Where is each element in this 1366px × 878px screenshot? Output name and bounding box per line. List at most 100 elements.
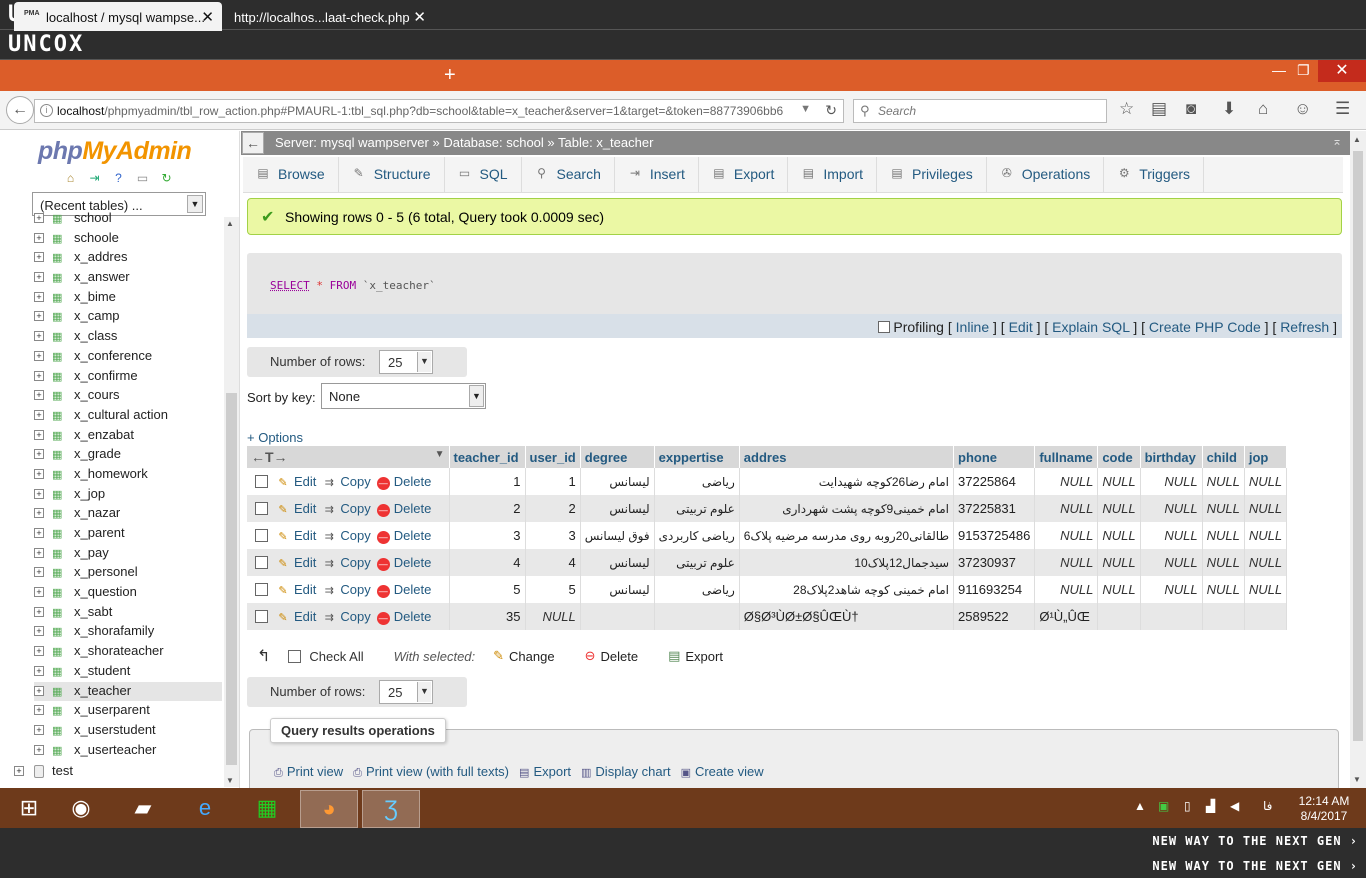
sidebar-table-item[interactable]: + ▦ x_enzabat (34, 426, 222, 446)
check-all-label[interactable]: Check All (309, 649, 363, 664)
sort-by-key-select[interactable]: None ▼ (321, 383, 486, 409)
edit-row-button[interactable]: ✎ Edit (276, 474, 316, 489)
cell-code[interactable]: NULL (1097, 522, 1141, 549)
cell-code[interactable]: NULL (1097, 495, 1141, 522)
cell-fullname[interactable]: NULL (1034, 549, 1099, 576)
cell-exppertise[interactable] (654, 603, 740, 630)
cell-phone[interactable]: 37225864 (953, 468, 1036, 495)
sidebar-table-item[interactable]: + ▦ x_bime (34, 288, 222, 308)
table-icon[interactable]: ▦ (52, 527, 66, 540)
expand-icon[interactable]: + (34, 705, 44, 716)
close-tab-icon[interactable]: ✕ (201, 8, 214, 26)
breadcrumb-table[interactable]: Table: x_teacher (558, 135, 653, 150)
table-icon[interactable]: ▦ (52, 606, 66, 619)
table-name[interactable]: x_userteacher (74, 742, 156, 757)
tray-app-icon[interactable]: ▣ (1158, 799, 1169, 813)
cell-addres[interactable]: امام خمینی کوچه شاهد2پلاک28 (739, 576, 955, 603)
cell-child[interactable]: NULL (1202, 549, 1245, 576)
delete-row-button[interactable]: — Delete (376, 609, 431, 625)
column-header-fullname[interactable]: fullname (1034, 446, 1099, 468)
edit-row-button[interactable]: ✎ Edit (276, 528, 316, 543)
row-checkbox[interactable] (255, 582, 268, 596)
cell-addres[interactable]: Ø§Ø³ÙØ±Ø§ÛŒÙ† (739, 603, 955, 630)
sidebar-table-item[interactable]: + ▦ x_conference (34, 347, 222, 367)
change-selected-button[interactable]: ✎ Change (493, 648, 554, 664)
cell-degree[interactable]: لیسانس (580, 495, 655, 522)
chrome-icon[interactable]: ◉ (52, 790, 110, 828)
back-button[interactable]: ← (6, 96, 34, 124)
sidebar-table-item[interactable]: + ▦ x_userstudent (34, 721, 222, 741)
table-name[interactable]: school (74, 210, 112, 225)
tab-phpmyadmin[interactable]: PMA localhost / mysql wampse... ✕ (14, 2, 222, 31)
sidebar-table-item[interactable]: + ▦ x_answer (34, 268, 222, 288)
tray-up-icon[interactable]: ▲ (1134, 799, 1146, 813)
cell-jop[interactable]: NULL (1244, 468, 1288, 495)
profiling-checkbox[interactable] (877, 321, 890, 333)
tab-browse[interactable]: ▤ Browse (243, 157, 339, 193)
table-name[interactable]: x_cours (74, 387, 120, 402)
cell-phone[interactable]: 9153725486 (953, 522, 1036, 549)
table-icon[interactable]: ▦ (52, 625, 66, 638)
tab-triggers[interactable]: ⚙ Triggers (1104, 157, 1205, 193)
sidebar-table-item[interactable]: + ▦ x_shorateacher (34, 642, 222, 662)
column-header-exppertise[interactable]: exppertise (654, 446, 740, 468)
column-header-child[interactable]: child (1202, 446, 1245, 468)
sidebar-table-item[interactable]: + ▦ schoole (34, 229, 222, 249)
cell-user_id[interactable]: 5 (525, 576, 581, 603)
sidebar-table-item[interactable]: + ▦ x_nazar (34, 504, 222, 524)
expand-icon[interactable]: + (34, 547, 44, 558)
new-tab-button[interactable]: + (444, 64, 456, 87)
expand-icon[interactable]: + (34, 252, 44, 263)
copy-row-button[interactable]: ⇉ Copy (322, 582, 371, 597)
cell-birthday[interactable]: NULL (1140, 468, 1203, 495)
cell-exppertise[interactable]: علوم تربیتی (654, 549, 740, 576)
options-link[interactable]: + Options (247, 430, 303, 445)
edit-row-button[interactable]: ✎ Edit (276, 555, 316, 570)
row-checkbox[interactable] (255, 555, 268, 569)
table-icon[interactable]: ▦ (52, 665, 66, 678)
start-button[interactable]: ⊞ (0, 790, 58, 828)
scroll-up-icon[interactable]: ▲ (226, 219, 234, 228)
cell-addres[interactable]: امام رضا26کوچه شهیدایت (739, 468, 955, 495)
clock[interactable]: 12:14 AM 8/4/2017 (1294, 794, 1354, 824)
number-of-rows-select[interactable]: 25 ▼ (379, 350, 433, 374)
sidebar-table-item[interactable]: + ▦ x_sabt (34, 603, 222, 623)
table-icon[interactable]: ▦ (52, 370, 66, 383)
sidebar-table-item[interactable]: + ▦ x_class (34, 327, 222, 347)
copy-row-button[interactable]: ⇉ Copy (322, 501, 371, 516)
expand-icon[interactable]: + (34, 232, 44, 243)
expand-icon[interactable]: + (34, 508, 44, 519)
cell-degree[interactable]: لیسانس (580, 576, 655, 603)
table-icon[interactable]: ▦ (52, 566, 66, 579)
edit-row-button[interactable]: ✎ Edit (276, 501, 316, 516)
expand-icon[interactable]: + (14, 766, 24, 776)
cell-teacher_id[interactable]: 35 (449, 603, 526, 630)
table-icon[interactable]: ▦ (52, 291, 66, 304)
cell-teacher_id[interactable]: 5 (449, 576, 526, 603)
tab-import[interactable]: ▤ Import (788, 157, 878, 193)
table-icon[interactable]: ▦ (52, 468, 66, 481)
reading-list-icon[interactable]: ▤ (1151, 99, 1167, 119)
column-header-degree[interactable]: degree (580, 446, 655, 468)
table-icon[interactable]: ▦ (52, 448, 66, 461)
table-icon[interactable]: ▦ (52, 389, 66, 402)
table-name[interactable]: x_nazar (74, 505, 120, 520)
url-bar[interactable]: i localhost/phpmyadmin/tbl_row_action.ph… (34, 99, 844, 123)
table-name[interactable]: x_answer (74, 269, 130, 284)
scrollbar-thumb[interactable] (1353, 151, 1363, 741)
sidebar-table-item[interactable]: + ▦ x_parent (34, 524, 222, 544)
cell-fullname[interactable]: Ø¹Ù„ÛŒ (1034, 603, 1099, 630)
battery-icon[interactable]: ▯ (1184, 799, 1191, 813)
table-name[interactable]: x_camp (74, 308, 120, 323)
expand-icon[interactable]: + (34, 528, 44, 538)
table-name[interactable]: x_addres (74, 249, 127, 264)
cell-user_id[interactable]: 3 (525, 522, 581, 549)
cell-exppertise[interactable]: ریاضی (654, 576, 740, 603)
table-icon[interactable]: ▦ (52, 507, 66, 520)
table-name[interactable]: x_userstudent (74, 722, 156, 737)
cell-birthday[interactable]: NULL (1140, 522, 1203, 549)
table-icon[interactable]: ▦ (52, 409, 66, 422)
expand-icon[interactable]: + (34, 567, 44, 578)
cell-jop[interactable]: NULL (1244, 576, 1288, 603)
cell-child[interactable]: NULL (1202, 576, 1245, 603)
